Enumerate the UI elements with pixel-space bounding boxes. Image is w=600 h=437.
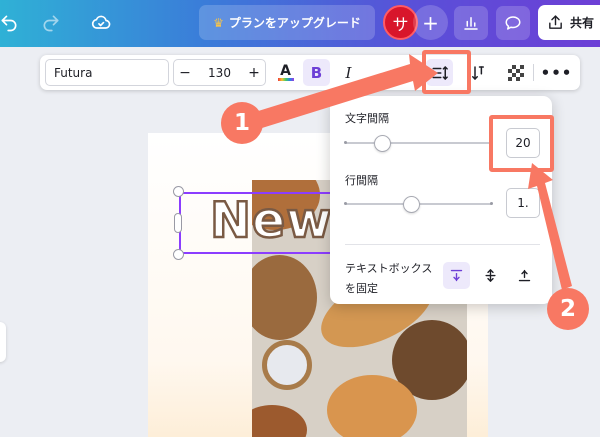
color-bar xyxy=(277,78,294,81)
line-spacing-knob[interactable] xyxy=(403,196,421,213)
share-button[interactable]: 共有 xyxy=(538,5,600,40)
align-bottom-icon xyxy=(518,269,531,282)
slider-start-dot xyxy=(344,141,347,144)
share-icon xyxy=(549,15,562,29)
align-top-icon xyxy=(450,269,463,282)
slider-end-dot xyxy=(490,202,493,205)
pretzel-bottom-shape xyxy=(252,405,307,437)
side-panel-toggle[interactable] xyxy=(0,322,6,362)
text-selection-box[interactable] xyxy=(179,192,335,254)
anchor-middle-button[interactable] xyxy=(477,262,504,289)
anchor-textbox-label: テキストボックスを固定 xyxy=(345,262,433,295)
salt-bowl-shape xyxy=(262,340,312,390)
comment-icon xyxy=(505,16,521,30)
transparency-button[interactable] xyxy=(502,59,529,86)
redo-icon[interactable] xyxy=(36,8,66,38)
font-size-stepper: − 130 + xyxy=(173,59,266,86)
text-orientation-icon xyxy=(471,65,484,80)
croissant-shape xyxy=(327,375,417,437)
line-spacing-value[interactable]: 1. xyxy=(506,188,540,218)
transparency-icon xyxy=(507,64,524,81)
insights-button[interactable] xyxy=(454,6,488,40)
resize-handle-left[interactable] xyxy=(174,213,182,233)
anchor-top-button[interactable] xyxy=(443,262,470,289)
bold-button[interactable]: B xyxy=(303,59,330,86)
top-bar: ♛ プランをアップグレード サ + 共有 xyxy=(0,0,600,47)
upgrade-button[interactable]: ♛ プランをアップグレード xyxy=(199,5,375,40)
decrease-size-button[interactable]: − xyxy=(174,65,196,81)
resize-handle-bottom-left[interactable] xyxy=(173,249,184,260)
resize-handle-top-left[interactable] xyxy=(173,186,184,197)
step-1-badge: 1 xyxy=(221,102,263,144)
letter-spacing-slider[interactable] xyxy=(345,142,492,144)
letter-spacing-label: 文字間隔 xyxy=(345,112,389,125)
letter-spacing-knob[interactable] xyxy=(373,135,391,152)
more-options-button[interactable]: ••• xyxy=(541,59,572,86)
insights-icon xyxy=(464,17,478,30)
add-collaborator-button[interactable]: + xyxy=(413,5,448,40)
highlight-spacing-button xyxy=(422,50,471,94)
font-family-dropdown[interactable]: Futura xyxy=(45,59,169,86)
undo-icon[interactable] xyxy=(0,8,24,38)
share-label: 共有 xyxy=(570,16,595,30)
upgrade-label: プランをアップグレード xyxy=(228,16,361,30)
toolbar-divider xyxy=(533,64,534,81)
loaf-shape xyxy=(252,255,317,340)
text-color-glyph: A xyxy=(280,63,291,79)
slider-start-dot xyxy=(344,202,347,205)
text-color-button[interactable]: A xyxy=(272,59,299,86)
step-2-badge: 2 xyxy=(547,288,589,330)
cloud-check-icon[interactable] xyxy=(86,8,116,38)
italic-button[interactable]: I xyxy=(335,59,362,86)
line-spacing-label: 行間隔 xyxy=(345,174,378,187)
highlight-letter-spacing-value xyxy=(489,115,554,172)
popover-divider xyxy=(345,244,540,245)
crown-icon: ♛ xyxy=(213,15,224,30)
increase-size-button[interactable]: + xyxy=(243,65,265,81)
text-toolbar: Futura − 130 + A B I ••• xyxy=(40,55,580,90)
font-size-input[interactable]: 130 xyxy=(196,66,243,80)
anchor-bottom-button[interactable] xyxy=(511,262,538,289)
align-middle-icon xyxy=(485,269,496,282)
comment-button[interactable] xyxy=(496,6,530,40)
